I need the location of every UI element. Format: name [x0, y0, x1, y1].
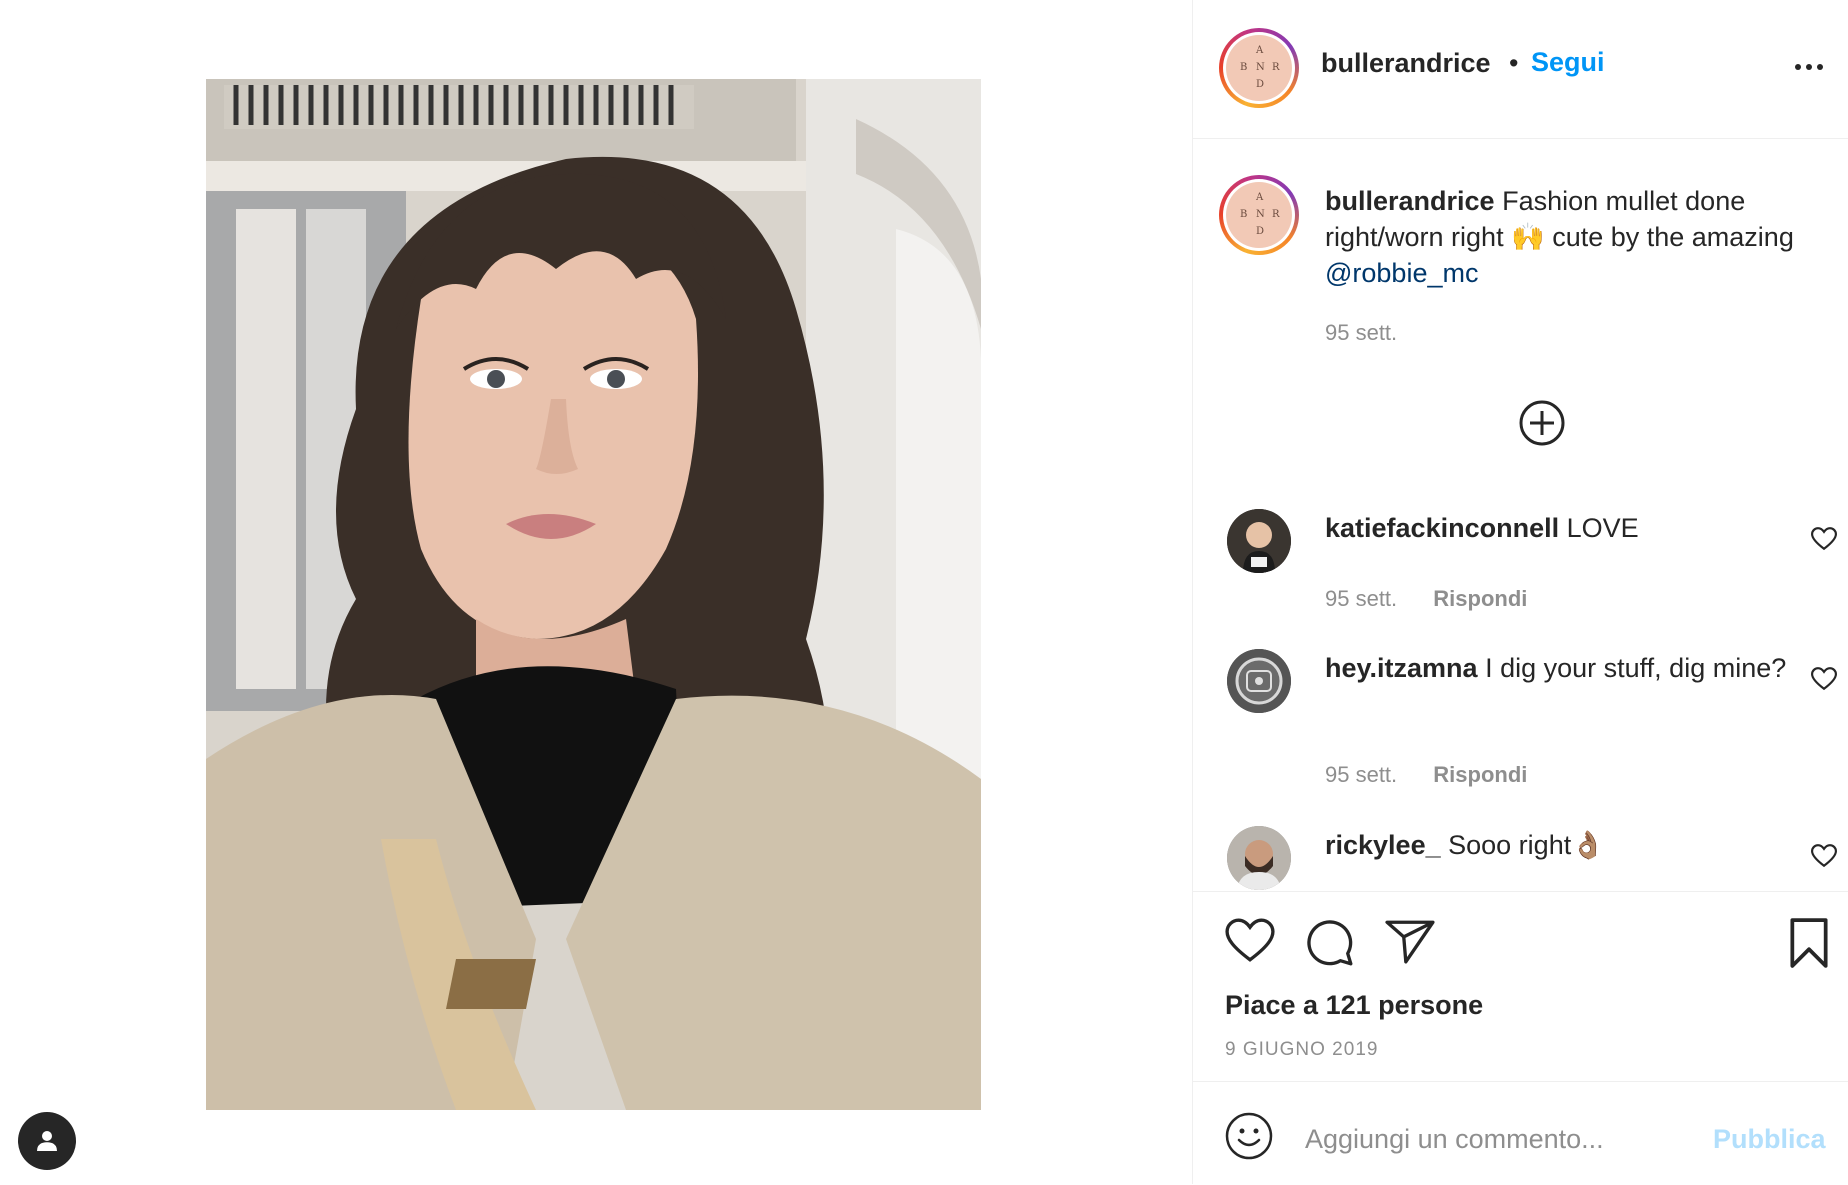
person-icon	[37, 1131, 57, 1151]
profile-icon-button[interactable]	[18, 1112, 76, 1170]
selfie-illustration	[206, 79, 981, 1110]
more-dot-icon	[1817, 64, 1823, 70]
avatar-photo	[1227, 826, 1291, 890]
commenter-username[interactable]: hey.itzamna	[1325, 653, 1478, 683]
emoji-smiley-icon[interactable]	[1225, 1112, 1273, 1160]
post-date: 9 GIUGNO 2019	[1225, 1039, 1379, 1060]
plus-circle-icon	[1519, 400, 1565, 446]
commenter-username[interactable]: rickylee_	[1325, 830, 1441, 860]
comment-input[interactable]: Aggiungi un commento...	[1305, 1124, 1604, 1155]
bookmark-icon[interactable]	[1787, 918, 1831, 968]
follow-button[interactable]: Segui	[1531, 47, 1605, 78]
commenter-avatar[interactable]	[1227, 509, 1291, 573]
caption-avatar[interactable]: A B N R D	[1219, 175, 1299, 255]
publish-button[interactable]: Pubblica	[1713, 1124, 1826, 1155]
post-actions: Piace a 121 persone 9 GIUGNO 2019	[1193, 891, 1848, 1082]
comment-body: Sooo right👌🏽	[1448, 830, 1605, 860]
caption-text: bullerandrice Fashion mullet done right/…	[1325, 183, 1835, 291]
likes-count[interactable]: Piace a 121 persone	[1225, 990, 1483, 1021]
commenter-avatar[interactable]	[1227, 826, 1291, 890]
post-side-panel: A B N R D bullerandrice • Segui A B N R …	[1192, 0, 1848, 1184]
brand-logo: A B N R D	[1226, 182, 1292, 248]
comment-like-heart-icon[interactable]	[1811, 527, 1837, 551]
comment-time: 95 sett.	[1325, 762, 1398, 787]
comment-body: LOVE	[1566, 513, 1639, 543]
comment-text: katiefackinconnell LOVE	[1325, 510, 1795, 546]
avatar-photo	[1227, 509, 1291, 573]
like-heart-icon[interactable]	[1225, 918, 1275, 964]
comment-time: 95 sett.	[1325, 586, 1398, 611]
media-area	[0, 0, 1192, 1184]
more-dot-icon	[1806, 64, 1812, 70]
post-header: A B N R D bullerandrice • Segui	[1193, 0, 1848, 139]
post-photo[interactable]	[206, 79, 981, 1110]
caption-time: 95 sett.	[1325, 320, 1398, 345]
comment-bubble-icon[interactable]	[1305, 918, 1355, 968]
comment-like-heart-icon[interactable]	[1811, 667, 1837, 691]
caption-username[interactable]: bullerandrice	[1325, 186, 1495, 216]
comments-list[interactable]: A B N R D bullerandrice Fashion mullet d…	[1193, 139, 1848, 891]
follow-separator: •	[1509, 48, 1519, 78]
comment-text: hey.itzamna I dig your stuff, dig mine?	[1325, 650, 1795, 686]
avatar-photo	[1227, 649, 1291, 713]
reply-button[interactable]: Rispondi	[1433, 762, 1527, 787]
brand-logo: A B N R D	[1226, 35, 1292, 101]
author-avatar[interactable]: A B N R D	[1219, 28, 1299, 108]
comment-body: I dig your stuff, dig mine?	[1485, 653, 1787, 683]
load-more-comments-button[interactable]	[1519, 400, 1565, 446]
author-username[interactable]: bullerandrice	[1321, 48, 1491, 79]
add-comment-bar: Aggiungi un commento... Pubblica	[1193, 1081, 1848, 1185]
more-options-button[interactable]	[1795, 52, 1835, 82]
reply-button[interactable]: Rispondi	[1433, 586, 1527, 611]
comment-meta: 95 sett. Rispondi	[1325, 762, 1527, 788]
more-dot-icon	[1795, 64, 1801, 70]
share-paper-plane-icon[interactable]	[1385, 918, 1435, 964]
caption-mention[interactable]: @robbie_mc	[1325, 258, 1478, 288]
comment-like-heart-icon[interactable]	[1811, 844, 1837, 868]
commenter-avatar[interactable]	[1227, 649, 1291, 713]
comment-meta: 95 sett. Rispondi	[1325, 586, 1527, 612]
commenter-username[interactable]: katiefackinconnell	[1325, 513, 1559, 543]
comment-text: rickylee_ Sooo right👌🏽	[1325, 827, 1795, 863]
